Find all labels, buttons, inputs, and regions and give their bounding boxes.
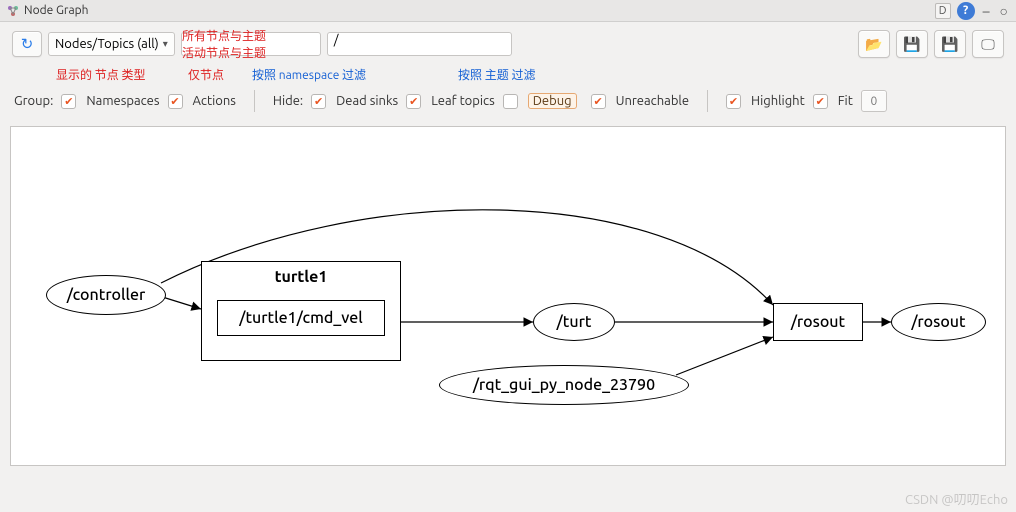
group-label: Group: <box>14 94 53 108</box>
debug-checkbox[interactable] <box>503 94 518 109</box>
help-icon[interactable]: ? <box>957 2 975 20</box>
node-cmd-vel[interactable]: /turtle1/cmd_vel <box>217 300 385 336</box>
namespace-filter-input[interactable] <box>181 32 321 56</box>
node-rqt-gui[interactable]: /rqt_gui_py_node_23790 <box>439 365 689 405</box>
hide-label: Hide: <box>273 94 303 108</box>
maximize-button[interactable]: ○ <box>998 3 1010 19</box>
actions-label: Actions <box>193 94 236 108</box>
namespaces-checkbox[interactable] <box>61 94 76 109</box>
unreachable-label: Unreachable <box>616 94 689 108</box>
save-as-button[interactable]: 💾 <box>934 30 966 58</box>
debug-label: Debug <box>528 93 577 109</box>
separator-2 <box>707 90 708 112</box>
node-rosout-ellipse[interactable]: /rosout <box>891 303 986 341</box>
unreachable-checkbox[interactable] <box>591 94 606 109</box>
save-icon: 💾 <box>903 36 920 53</box>
titlebar: Node Graph D ? – ○ <box>0 0 1016 22</box>
save-button[interactable]: 💾 <box>896 30 928 58</box>
window-title: Node Graph <box>24 4 935 17</box>
app-icon <box>6 4 20 18</box>
open-button[interactable]: 📂 <box>858 30 890 58</box>
refresh-button[interactable]: ↻ <box>12 31 42 57</box>
node-topic-mode-select[interactable]: Nodes/Topics (all) ▾ <box>48 32 175 56</box>
topic-filter-input[interactable]: / <box>327 32 512 56</box>
watermark: CSDN @叨叨Echo <box>905 489 1008 508</box>
node-turt[interactable]: /turt <box>533 303 615 341</box>
group-turtle1[interactable]: turtle1 /turtle1/cmd_vel <box>201 261 401 361</box>
combo-label: Nodes/Topics (all) <box>55 37 159 51</box>
highlight-label: Highlight <box>751 94 805 108</box>
toolbar-file-actions: 📂 💾 💾 🖵 <box>858 30 1004 58</box>
separator <box>254 90 255 112</box>
titlebar-right: D ? – ○ <box>935 2 1010 20</box>
d-badge-icon[interactable]: D <box>935 3 951 19</box>
save-as-icon: 💾 <box>941 36 958 53</box>
dead-sinks-checkbox[interactable] <box>311 94 326 109</box>
refresh-icon: ↻ <box>21 35 34 53</box>
zoom-level-box[interactable]: 0 <box>861 90 887 112</box>
leaf-topics-label: Leaf topics <box>431 94 495 108</box>
screenshot-button[interactable]: 🖵 <box>972 30 1004 58</box>
fit-checkbox[interactable] <box>813 94 828 109</box>
highlight-checkbox[interactable] <box>726 94 741 109</box>
toolbar-options: Group: Namespaces Actions Hide: Dead sin… <box>0 80 1016 118</box>
chevron-down-icon: ▾ <box>163 38 168 50</box>
folder-open-icon: 📂 <box>865 36 882 53</box>
actions-checkbox[interactable] <box>168 94 183 109</box>
fit-label: Fit <box>838 94 853 108</box>
namespaces-label: Namespaces <box>86 94 159 108</box>
toolbar-filters: ↻ Nodes/Topics (all) ▾ / 📂 💾 💾 🖵 显示的 节点 … <box>0 22 1016 58</box>
leaf-topics-checkbox[interactable] <box>406 94 421 109</box>
group-turtle1-label: turtle1 <box>275 268 328 286</box>
node-rosout-box[interactable]: /rosout <box>773 303 863 341</box>
node-controller[interactable]: /controller <box>46 275 166 315</box>
monitor-icon: 🖵 <box>981 36 995 53</box>
minimize-button[interactable]: – <box>981 3 992 19</box>
graph-canvas[interactable]: /controller turtle1 /turtle1/cmd_vel /tu… <box>10 126 1006 466</box>
dead-sinks-label: Dead sinks <box>336 94 398 108</box>
